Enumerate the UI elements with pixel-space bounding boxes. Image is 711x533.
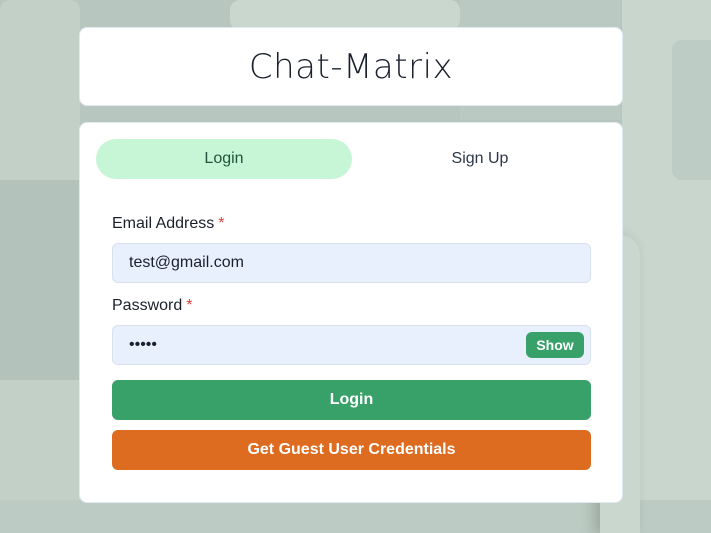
auth-tabs: Login Sign Up — [96, 139, 608, 179]
background-tile — [0, 180, 80, 380]
app-title: Chat-Matrix — [248, 46, 454, 87]
tab-login[interactable]: Login — [96, 139, 352, 179]
header-card: Chat-Matrix — [79, 27, 623, 106]
email-label: Email Address * — [112, 215, 225, 233]
password-label-text: Password — [112, 297, 183, 314]
required-marker: * — [218, 215, 225, 232]
email-field-value: test@gmail.com — [129, 254, 244, 271]
required-marker: * — [186, 297, 193, 314]
email-field[interactable]: test@gmail.com — [112, 243, 591, 283]
login-button[interactable]: Login — [112, 380, 591, 420]
email-label-text: Email Address — [112, 215, 215, 232]
password-label: Password * — [112, 297, 192, 315]
show-password-button[interactable]: Show — [526, 332, 584, 358]
auth-card: Login Sign Up Email Address * test@gmail.… — [79, 122, 623, 503]
guest-credentials-button[interactable]: Get Guest User Credentials — [112, 430, 591, 470]
background-tile — [230, 0, 460, 30]
password-field-value: ••••• — [129, 336, 158, 353]
background-tile — [672, 40, 711, 180]
password-field[interactable]: ••••• Show — [112, 325, 591, 365]
tab-sign-up[interactable]: Sign Up — [352, 139, 608, 179]
